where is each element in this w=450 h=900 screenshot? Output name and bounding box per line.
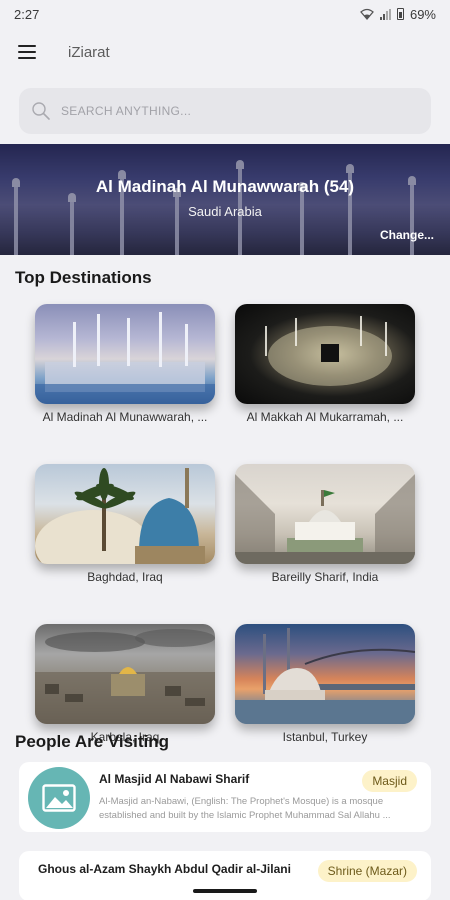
app-title: iZiarat — [68, 43, 110, 61]
status-bar: 2:27 69% — [0, 0, 450, 28]
search-icon — [32, 102, 50, 120]
place-description: Al-Masjid an-Nabawi, (English: The Proph… — [99, 796, 391, 821]
destination-image — [235, 464, 415, 564]
destinations-grid: Al Madinah Al Munawwarah, ... Al Makkah … — [35, 304, 415, 744]
destination-label: Istanbul, Turkey — [282, 730, 368, 744]
app-bar: iZiarat — [0, 28, 450, 76]
battery-percent: 69% — [409, 6, 436, 22]
destination-image — [235, 304, 415, 404]
status-icons: 69% — [360, 7, 436, 22]
place-list-item[interactable]: Al Masjid Al Nabawi Sharif Masjid Al-Mas… — [19, 762, 431, 832]
battery-icon — [396, 8, 404, 20]
top-destinations-heading: Top Destinations — [15, 268, 152, 287]
status-time: 2:27 — [14, 6, 40, 22]
category-badge: Shrine (Mazar) — [317, 860, 417, 882]
signal-icon — [379, 8, 391, 20]
destination-label: Baghdad, Iraq — [87, 570, 163, 584]
hamburger-menu-icon[interactable] — [16, 43, 38, 61]
location-hero-banner: Al Madinah Al Munawwarah (54) Saudi Arab… — [0, 144, 450, 255]
search-bar[interactable] — [19, 88, 431, 134]
destination-card-madinah[interactable]: Al Madinah Al Munawwarah, ... — [35, 304, 215, 424]
destination-card-karbala[interactable]: Karbala, Iraq — [35, 624, 215, 744]
hero-location-title: Al Madinah Al Munawwarah (54) — [95, 177, 355, 196]
destination-image — [235, 624, 415, 724]
place-thumbnail — [28, 767, 90, 829]
people-visiting-heading: People Are Visiting — [15, 732, 169, 751]
destination-image — [35, 304, 215, 404]
destination-image — [35, 624, 215, 724]
destination-image — [35, 464, 215, 564]
place-title: Ghous al-Azam Shaykh Abdul Qadir al-Jila… — [38, 862, 291, 876]
destination-card-istanbul[interactable]: Istanbul, Turkey — [235, 624, 415, 744]
category-badge: Masjid — [362, 770, 417, 792]
gesture-nav-handle[interactable] — [193, 889, 257, 893]
image-placeholder-icon — [42, 784, 76, 812]
wifi-icon — [360, 8, 374, 20]
change-location-link[interactable]: Change... — [380, 228, 434, 242]
destination-card-baghdad[interactable]: Baghdad, Iraq — [35, 464, 215, 584]
destination-label: Al Makkah Al Mukarramah, ... — [246, 410, 404, 424]
destination-card-makkah[interactable]: Al Makkah Al Mukarramah, ... — [235, 304, 415, 424]
search-input[interactable] — [61, 104, 391, 118]
destination-label: Bareilly Sharif, India — [271, 570, 379, 584]
hero-location-country: Saudi Arabia — [188, 204, 262, 219]
destination-label: Al Madinah Al Munawwarah, ... — [42, 410, 208, 424]
place-title: Al Masjid Al Nabawi Sharif — [99, 772, 250, 786]
destination-card-bareilly[interactable]: Bareilly Sharif, India — [235, 464, 415, 584]
